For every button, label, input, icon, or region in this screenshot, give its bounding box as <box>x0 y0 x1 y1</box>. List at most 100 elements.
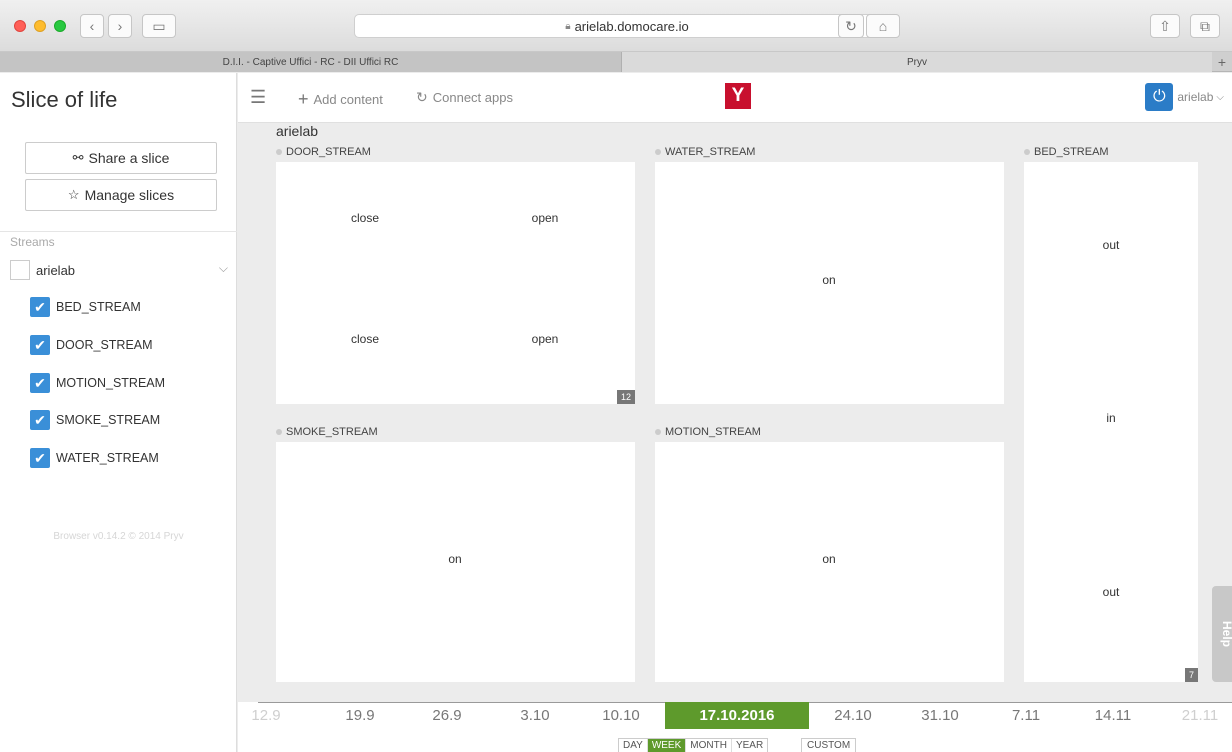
timeline-tick[interactable]: 3.10 <box>520 707 549 724</box>
root-stream-row[interactable]: arielab ⌵ <box>10 260 228 280</box>
tabs-overview-button[interactable]: ⧉ <box>1190 14 1220 38</box>
motion-stream-title: MOTION_STREAM <box>665 426 761 438</box>
timeline-tick[interactable]: 14.11 <box>1095 707 1131 724</box>
door-stream-header: DOOR_STREAM <box>276 146 371 158</box>
share-button[interactable]: ⇧ <box>1150 14 1180 38</box>
hamburger-menu-icon[interactable]: ☰ <box>250 87 266 108</box>
stream-dot-icon <box>655 149 661 155</box>
event-label[interactable]: close <box>351 211 379 225</box>
event-label[interactable]: open <box>532 211 559 225</box>
home-button[interactable]: ⌂ <box>866 14 900 38</box>
browser-titlebar: ‹ › ▭ 🔒︎ arielab.domocare.io ↻ ⌂ ⇧ ⧉ <box>0 0 1232 52</box>
browser-tab-dii[interactable]: D.I.I. - Captive Uffici - RC - DII Uffic… <box>0 52 622 72</box>
checkbox-checked-icon[interactable]: ✔ <box>30 410 50 430</box>
checkbox-checked-icon[interactable]: ✔ <box>30 335 50 355</box>
timeline-tick[interactable]: 12.9 <box>251 707 280 724</box>
bed-stream-header: BED_STREAM <box>1024 146 1109 158</box>
bed-stream-title: BED_STREAM <box>1034 146 1109 158</box>
share-slice-label: Share a slice <box>88 150 170 166</box>
smoke-stream-panel[interactable]: on <box>276 442 635 682</box>
reload-button[interactable]: ↻ <box>838 14 864 38</box>
connect-apps-label: Connect apps <box>432 90 513 105</box>
manage-slices-button[interactable]: ☆ Manage slices <box>25 179 217 211</box>
app-logo[interactable]: Y <box>725 83 751 109</box>
star-icon: ☆ <box>67 187 80 202</box>
checkbox-checked-icon[interactable]: ✔ <box>30 448 50 468</box>
zoom-window-button[interactable] <box>54 20 66 32</box>
checkbox-checked-icon[interactable]: ✔ <box>30 297 50 317</box>
event-label[interactable]: open <box>532 332 559 346</box>
back-button[interactable]: ‹ <box>80 14 104 38</box>
water-stream-title: WATER_STREAM <box>665 146 756 158</box>
timeline-tick[interactable]: 26.9 <box>432 707 461 724</box>
streams-heading: Streams <box>10 235 55 249</box>
range-year-button[interactable]: YEAR <box>731 739 768 752</box>
event-label[interactable]: out <box>1103 585 1120 599</box>
range-selector: DAY WEEK MONTH YEAR <box>618 738 769 752</box>
range-month-button[interactable]: MONTH <box>686 739 732 752</box>
add-content-label: Add content <box>313 92 383 107</box>
sidebar: Slice of life ⚯ Share a slice ☆ Manage s… <box>0 73 237 752</box>
help-label: Help <box>1220 620 1232 648</box>
bed-stream-panel[interactable]: out in out 7 <box>1024 162 1198 682</box>
user-menu[interactable]: ⏻ arielab ⌵ <box>1145 83 1224 111</box>
water-stream-panel[interactable]: on <box>655 162 1004 404</box>
timeline[interactable]: 12.9 19.9 26.9 3.10 10.10 17.10.2016 24.… <box>238 702 1232 752</box>
sidebar-icon: ▭ <box>152 17 166 34</box>
timeline-tick[interactable]: 19.9 <box>345 707 374 724</box>
current-date-marker[interactable]: 17.10.2016 <box>665 702 809 729</box>
address-bar[interactable]: 🔒︎ arielab.domocare.io <box>354 14 900 38</box>
minimize-window-button[interactable] <box>34 20 46 32</box>
browser-tab-pryv[interactable]: Pryv <box>622 52 1212 72</box>
event-label[interactable]: on <box>822 273 835 287</box>
event-label[interactable]: close <box>351 332 379 346</box>
stream-dot-icon <box>655 429 661 435</box>
stream-label: DOOR_STREAM <box>56 338 153 352</box>
new-tab-button[interactable]: + <box>1212 52 1232 72</box>
connect-apps-button[interactable]: ↻ Connect apps <box>416 89 513 106</box>
root-stream-checkbox[interactable] <box>10 260 30 280</box>
add-content-button[interactable]: + Add content <box>298 89 383 110</box>
help-tab[interactable]: Help <box>1212 586 1232 682</box>
stream-label: MOTION_STREAM <box>56 376 166 390</box>
door-stream-title: DOOR_STREAM <box>286 146 371 158</box>
range-custom-button[interactable]: CUSTOM <box>801 738 857 752</box>
event-label[interactable]: in <box>1106 411 1115 425</box>
event-label[interactable]: out <box>1103 238 1120 252</box>
chevron-left-icon: ‹ <box>89 18 95 34</box>
root-stream-label: arielab <box>36 263 76 278</box>
plus-icon: + <box>1217 54 1227 70</box>
event-count-badge: 12 <box>616 390 635 404</box>
timeline-tick[interactable]: 31.10 <box>921 707 959 724</box>
stream-dot-icon <box>276 149 282 155</box>
water-stream-header: WATER_STREAM <box>655 146 755 158</box>
url-text: arielab.domocare.io <box>574 18 689 34</box>
timeline-tick[interactable]: 24.10 <box>834 707 872 724</box>
stream-dot-icon <box>276 429 282 435</box>
checkbox-checked-icon[interactable]: ✔ <box>30 373 50 393</box>
share-icon: ⇧ <box>1159 17 1171 34</box>
timeline-tick[interactable]: 7.11 <box>1012 707 1040 724</box>
sidebar-toggle-button[interactable]: ▭ <box>142 14 176 38</box>
version-text: Browser v0.14.2 © 2014 Pryv <box>53 531 184 542</box>
range-week-button[interactable]: WEEK <box>647 739 687 752</box>
event-count-badge: 7 <box>1184 668 1198 682</box>
door-stream-panel[interactable]: close open close open 12 <box>276 162 635 404</box>
close-window-button[interactable] <box>14 20 26 32</box>
stream-label: SMOKE_STREAM <box>56 413 161 427</box>
chevron-down-icon[interactable]: ⌵ <box>219 261 228 276</box>
event-label[interactable]: on <box>822 552 835 566</box>
share-slice-button[interactable]: ⚯ Share a slice <box>25 142 217 174</box>
manage-slices-label: Manage slices <box>84 187 175 203</box>
power-icon[interactable]: ⏻ <box>1145 83 1174 111</box>
event-label[interactable]: on <box>448 552 461 566</box>
forward-button[interactable]: › <box>108 14 132 38</box>
tab-strip: D.I.I. - Captive Uffici - RC - DII Uffic… <box>0 52 1232 72</box>
motion-stream-panel[interactable]: on <box>655 442 1004 682</box>
username: arielab <box>1177 90 1214 104</box>
timeline-tick[interactable]: 21.11 <box>1182 707 1218 724</box>
range-day-button[interactable]: DAY <box>619 739 648 752</box>
stream-panels-area: arielab DOOR_STREAM close open close ope… <box>238 123 1232 702</box>
timeline-tick[interactable]: 10.10 <box>602 707 640 724</box>
plug-icon: ↻ <box>416 89 428 105</box>
